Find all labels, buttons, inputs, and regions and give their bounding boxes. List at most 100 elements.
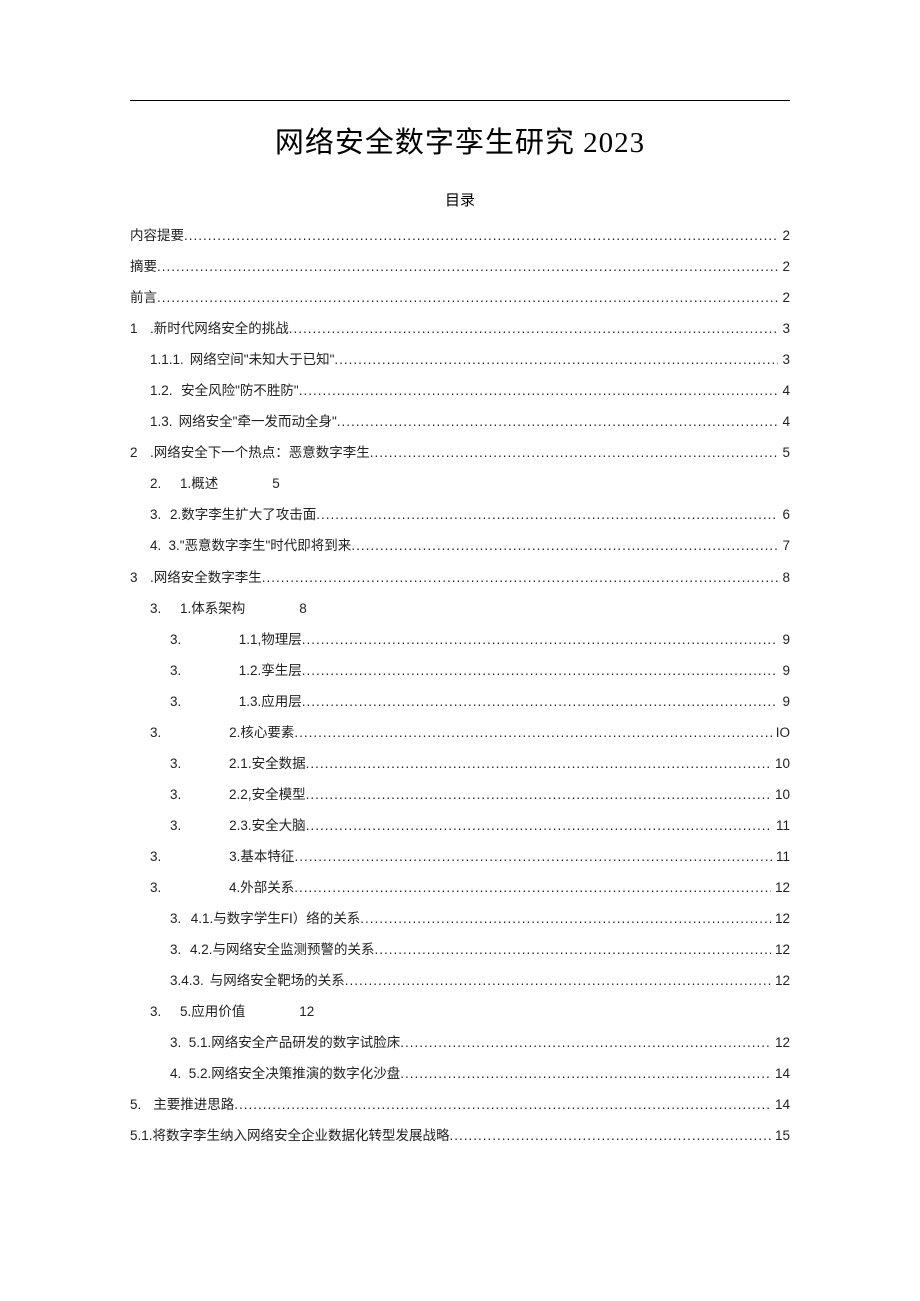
toc-dots bbox=[306, 810, 772, 841]
toc-label: 4.外部关系 bbox=[229, 872, 294, 903]
toc-entry: 3 .网络安全数字李生 8 bbox=[130, 562, 790, 593]
toc-num: 2 bbox=[130, 437, 150, 468]
toc-dots bbox=[306, 779, 771, 810]
toc-label: 1.2.孪生层 bbox=[239, 655, 302, 686]
toc-label: 主要推进思路 bbox=[153, 1089, 234, 1120]
top-separator bbox=[130, 100, 790, 101]
toc-label: 2.2,安全模型 bbox=[229, 779, 306, 810]
toc-num: 4. bbox=[150, 530, 168, 561]
toc-page: 8 bbox=[778, 562, 790, 593]
toc-label: 4.1.与数字学生FI）络的关系 bbox=[191, 903, 361, 934]
toc-entry: 3. 2.数字李生扩大了攻击面 6 bbox=[130, 499, 790, 530]
toc-entry: 1.2. 安全风险"防不胜防" 4 bbox=[130, 375, 790, 406]
toc-label: 5.2.网络安全决策推演的数字化沙盘 bbox=[189, 1058, 401, 1089]
toc-label: 与网络安全靶场的关系 bbox=[210, 965, 345, 996]
toc-dots bbox=[294, 841, 772, 872]
toc-entry: 3. 2.核心要素 IO bbox=[130, 717, 790, 748]
toc-entry: 3. 4.1.与数字学生FI）络的关系 12 bbox=[130, 903, 790, 934]
toc-page: 10 bbox=[771, 748, 790, 779]
toc-dots bbox=[234, 1089, 771, 1120]
toc-page: 11 bbox=[772, 841, 790, 872]
toc-num: 2. bbox=[150, 468, 180, 499]
toc-page: 4 bbox=[778, 406, 790, 437]
toc-entry: 2. 1.概述 5 bbox=[130, 468, 790, 499]
toc-dots bbox=[157, 251, 778, 282]
toc-page: 9 bbox=[778, 624, 790, 655]
toc-page: 9 bbox=[778, 655, 790, 686]
toc-entry: 3. 4.2.与网络安全监测预警的关系 12 bbox=[130, 934, 790, 965]
toc-entry: 3. 3.基本特征 11 bbox=[130, 841, 790, 872]
toc-num: 3. bbox=[170, 934, 190, 965]
toc-dots bbox=[360, 903, 771, 934]
toc-page: 12 bbox=[771, 903, 790, 934]
toc-dots bbox=[345, 965, 771, 996]
toc-label: 网络空间"未知大于已知" bbox=[190, 344, 335, 375]
toc-num: 5. bbox=[130, 1089, 153, 1120]
toc-label: 1.1,物理层 bbox=[239, 624, 302, 655]
toc-page: 4 bbox=[778, 375, 790, 406]
toc-entry: 1 .新时代网络安全的挑战 3 bbox=[130, 313, 790, 344]
toc-num: 3. bbox=[150, 717, 229, 748]
toc-label: 网络安全"牵一发而动全身" bbox=[179, 406, 337, 437]
toc-label: .新时代网络安全的挑战 bbox=[150, 313, 289, 344]
toc-entry: 3. 1.1,物理层 9 bbox=[130, 624, 790, 655]
toc-label: 将数字李生纳入网络安全企业数据化转型发展战略 bbox=[153, 1120, 450, 1151]
toc-label: 2.3.安全大脑 bbox=[229, 810, 306, 841]
toc-dots bbox=[316, 499, 778, 530]
toc-page: 12 bbox=[771, 872, 790, 903]
toc-entry: 5.1. 将数字李生纳入网络安全企业数据化转型发展战略 15 bbox=[130, 1120, 790, 1151]
toc-dots bbox=[262, 562, 779, 593]
toc-dots bbox=[294, 717, 771, 748]
toc-entry: 3. 5.1.网络安全产品研发的数字试脸床 12 bbox=[130, 1027, 790, 1058]
document-page: 网络安全数字孪生研究 2023 目录 内容提要 2 摘要 2 前言 2 1 .新… bbox=[0, 0, 920, 1211]
toc-num: 3. bbox=[170, 1027, 189, 1058]
toc-dots bbox=[337, 406, 779, 437]
toc-label: 1.体系架构 bbox=[180, 593, 245, 624]
toc-page: 11 bbox=[772, 810, 790, 841]
toc-dots bbox=[184, 220, 778, 251]
toc-label: 1.概述 bbox=[180, 468, 218, 499]
toc-label: 3."恶意数字李生"时代即将到来 bbox=[168, 530, 351, 561]
toc-num: 3. bbox=[170, 655, 239, 686]
toc-num: 3. bbox=[170, 810, 229, 841]
toc-page: 12 bbox=[771, 965, 790, 996]
toc-entry: 3. 2.3.安全大脑 11 bbox=[130, 810, 790, 841]
toc-entry: 4. 5.2.网络安全决策推演的数字化沙盘 14 bbox=[130, 1058, 790, 1089]
toc-page: 3 bbox=[778, 344, 790, 375]
toc-page: 2 bbox=[778, 282, 790, 313]
toc-page: 7 bbox=[778, 530, 790, 561]
toc-num: 1 bbox=[130, 313, 150, 344]
toc-page: IO bbox=[772, 717, 790, 748]
toc-entry: 1.3. 网络安全"牵一发而动全身" 4 bbox=[130, 406, 790, 437]
toc-label: 3.基本特征 bbox=[229, 841, 294, 872]
toc-dots bbox=[370, 437, 779, 468]
toc-entry: 3. 1.3.应用层 9 bbox=[130, 686, 790, 717]
toc-page: 12 bbox=[771, 1027, 790, 1058]
toc-num: 3. bbox=[150, 499, 170, 530]
toc-entry: 前言 2 bbox=[130, 282, 790, 313]
toc-num: 1.1.1. bbox=[150, 344, 190, 375]
toc-dots bbox=[302, 624, 779, 655]
toc-dots bbox=[302, 655, 779, 686]
toc-page: 14 bbox=[771, 1058, 790, 1089]
toc-page: 6 bbox=[778, 499, 790, 530]
toc-page: 2 bbox=[778, 251, 790, 282]
toc-num: 3. bbox=[170, 686, 239, 717]
toc-page: 12 bbox=[771, 934, 790, 965]
toc-label: 1.3.应用层 bbox=[239, 686, 302, 717]
toc-num: 3 bbox=[130, 562, 150, 593]
toc-entry: 3. 1.体系架构 8 bbox=[130, 593, 790, 624]
toc-heading: 目录 bbox=[130, 189, 790, 210]
toc-label: 2.1.安全数据 bbox=[229, 748, 306, 779]
toc-dots bbox=[294, 872, 771, 903]
toc-page: 12 bbox=[295, 996, 314, 1027]
toc-entry: 2 .网络安全下一个热点：恶意数字李生 5 bbox=[130, 437, 790, 468]
toc-entry: 3. 4.外部关系 12 bbox=[130, 872, 790, 903]
toc-dots bbox=[299, 375, 779, 406]
toc-entry: 3. 2.1.安全数据 10 bbox=[130, 748, 790, 779]
toc-entry: 1.1.1. 网络空间"未知大于已知" 3 bbox=[130, 344, 790, 375]
toc-entry: 3. 1.2.孪生层 9 bbox=[130, 655, 790, 686]
document-title: 网络安全数字孪生研究 2023 bbox=[130, 119, 790, 161]
toc-label: 2.数字李生扩大了攻击面 bbox=[170, 499, 316, 530]
toc-num: 3. bbox=[150, 996, 180, 1027]
